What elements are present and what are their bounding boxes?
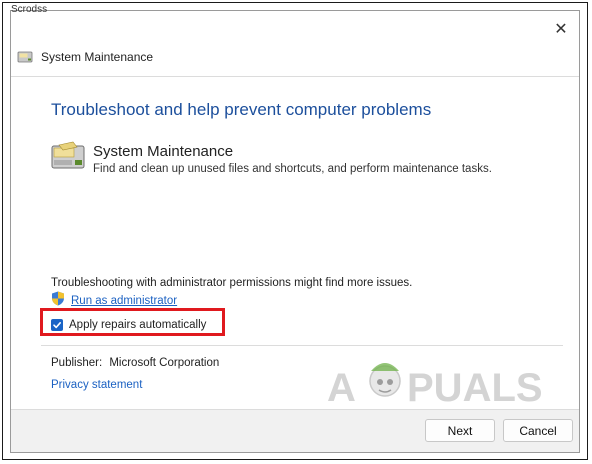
close-button[interactable]: ✕ bbox=[549, 17, 573, 41]
next-button[interactable]: Next bbox=[425, 419, 495, 442]
task-description: Find and clean up unused files and short… bbox=[93, 163, 492, 175]
publisher-label: Publisher: bbox=[51, 357, 103, 369]
run-as-admin-link[interactable]: Run as administrator bbox=[71, 295, 177, 307]
button-footer: Next Cancel bbox=[11, 409, 579, 452]
mascot-icon bbox=[369, 363, 401, 397]
system-maintenance-icon bbox=[17, 50, 33, 64]
task-title: System Maintenance bbox=[93, 143, 234, 160]
apply-repairs-label: Apply repairs automatically bbox=[69, 319, 207, 331]
watermark-right-text: PUALS bbox=[407, 366, 543, 410]
privacy-statement-link[interactable]: Privacy statement bbox=[51, 379, 142, 391]
close-icon: ✕ bbox=[554, 21, 568, 38]
publisher-value: Microsoft Corporation bbox=[109, 357, 220, 369]
appuals-watermark: A PUALS bbox=[327, 355, 557, 415]
troubleshooter-window: Scrodss ✕ System Maintenance Troubleshoo… bbox=[10, 4, 580, 453]
check-icon bbox=[53, 322, 61, 329]
admin-info-text: Troubleshooting with administrator permi… bbox=[51, 277, 413, 289]
title-separator bbox=[11, 76, 579, 77]
cancel-button[interactable]: Cancel bbox=[503, 419, 573, 442]
checkbox-checked[interactable] bbox=[51, 319, 63, 331]
task-item: System Maintenance Find and clean up unu… bbox=[51, 141, 492, 176]
apply-repairs-checkbox[interactable]: Apply repairs automatically bbox=[51, 319, 206, 331]
title-bar: System Maintenance bbox=[17, 50, 153, 64]
publisher-row: Publisher: Microsoft Corporation bbox=[51, 357, 219, 369]
window-title: System Maintenance bbox=[41, 50, 154, 64]
system-maintenance-icon bbox=[51, 141, 85, 176]
watermark-left-text: A bbox=[327, 366, 356, 410]
page-heading: Troubleshoot and help prevent computer p… bbox=[51, 100, 432, 119]
content-separator bbox=[41, 345, 563, 346]
partial-background-text: Scrodss bbox=[11, 4, 48, 15]
